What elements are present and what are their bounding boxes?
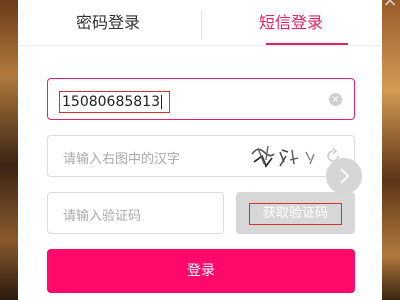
close-icon[interactable]: × [381,0,399,10]
captcha-input[interactable]: 请输入右图中的汉字 [47,135,355,177]
tabs-separator [18,45,382,46]
sms-code-placeholder: 请输入验证码 [63,209,142,224]
login-button[interactable]: 登录 [47,249,355,293]
login-dialog: 密码登录 短信登录 15080685813 × 请输入右图中的汉字 请输入验证码… [18,0,382,300]
tab-password-login[interactable]: 密码登录 [18,8,198,38]
get-code-label: 获取验证码 [249,203,342,225]
text-caret [160,95,162,109]
clear-circle-icon[interactable]: × [329,93,342,106]
chevron-right-icon[interactable] [326,158,362,194]
captcha-image[interactable] [244,140,324,172]
get-code-button[interactable]: 获取验证码 [236,192,355,234]
phone-input[interactable]: 15080685813 × [47,78,355,120]
background-photo-right [382,0,400,300]
phone-value-highlight: 15080685813 [59,91,170,113]
tab-sms-login[interactable]: 短信登录 [200,8,382,38]
sms-code-input[interactable]: 请输入验证码 [47,192,224,234]
phone-value: 15080685813 [62,94,160,110]
background-photo-left [0,0,20,300]
captcha-placeholder: 请输入右图中的汉字 [63,152,181,167]
